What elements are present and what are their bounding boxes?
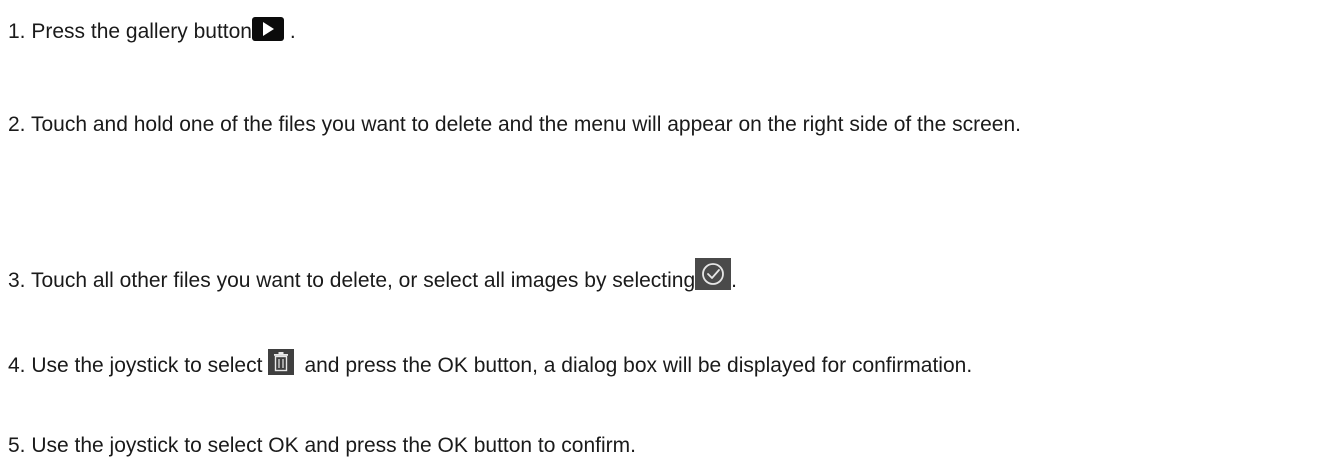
- step-5: 5. Use the joystick to select OK and pre…: [8, 428, 1312, 464]
- play-icon: [251, 17, 284, 41]
- step-2: 2. Touch and hold one of the files you w…: [8, 107, 1300, 143]
- step-4-text: 4. Use the joystick to select: [8, 354, 263, 377]
- step-4: 4. Use the joystick to select and press …: [8, 348, 1312, 384]
- step-3-text: 3. Touch all other files you want to del…: [8, 269, 696, 292]
- step-3: 3. Touch all other files you want to del…: [8, 258, 1312, 299]
- step-5-text: 5. Use the joystick to select OK and pre…: [8, 434, 636, 457]
- step-1: 1. Press the gallery button .: [8, 14, 1312, 50]
- step-3-suffix: .: [731, 269, 737, 292]
- step-2-text: 2. Touch and hold one of the files you w…: [8, 113, 1021, 136]
- step-1-suffix: .: [283, 20, 296, 43]
- step-4-suffix: and press the OK button, a dialog box wi…: [304, 354, 973, 377]
- step-1-text: 1. Press the gallery button: [8, 20, 252, 43]
- trash-icon: [268, 349, 295, 375]
- check-circle-icon: [695, 258, 732, 290]
